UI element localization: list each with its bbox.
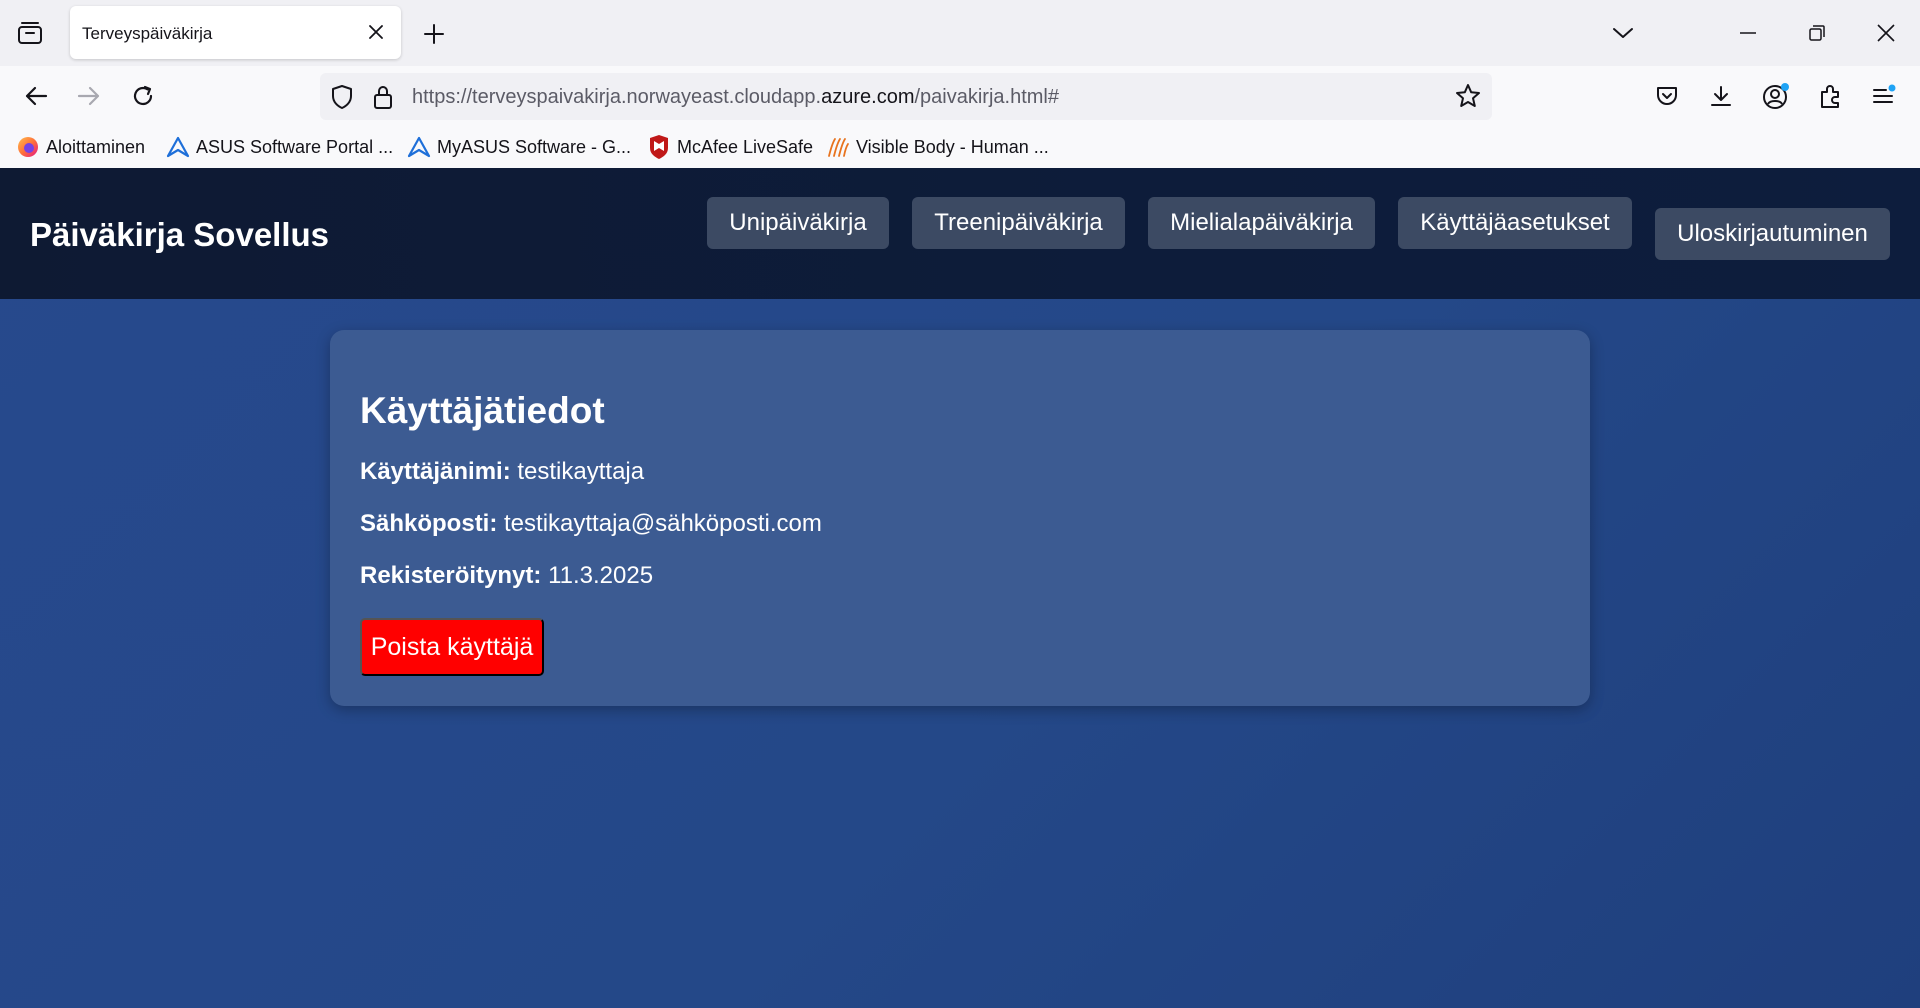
bookmark-item[interactable]: ASUS Software Portal ... [166, 134, 393, 160]
registered-label: Rekisteröitynyt: [360, 562, 542, 589]
firefox-icon [16, 135, 40, 159]
mcafee-icon [647, 135, 671, 159]
bookmark-item[interactable]: MyASUS Software - G... [407, 134, 631, 160]
bookmark-label: ASUS Software Portal ... [196, 136, 394, 157]
delete-user-button[interactable]: Poista käyttäjä [360, 618, 544, 676]
bookmark-item[interactable]: Visible Body - Human ... [826, 134, 1049, 160]
site-header: Päiväkirja Sovellus Unipäiväkirja Treeni… [0, 168, 1920, 299]
nav-button-user-settings[interactable]: Käyttäjäasetukset [1398, 197, 1632, 249]
tab-bar: Terveyspäiväkirja [0, 0, 1920, 66]
url-suffix: /paivakirja.html# [914, 86, 1059, 108]
url-prefix: https://terveyspaivakirja.norwayeast.clo… [412, 86, 822, 108]
registered-value: 11.3.2025 [548, 562, 654, 589]
visible-body-icon [826, 135, 850, 159]
back-arrow-icon[interactable] [20, 80, 52, 112]
bookmark-label: MyASUS Software - G... [437, 136, 632, 157]
app-menu-icon[interactable] [1868, 80, 1900, 112]
bookmark-label: Visible Body - Human ... [856, 136, 1049, 157]
username-row: Käyttäjänimi: testikayttaja [360, 458, 644, 486]
reload-icon[interactable] [127, 80, 159, 112]
tracking-protection-shield-icon[interactable] [330, 84, 354, 110]
downloads-icon[interactable] [1705, 80, 1737, 112]
bookmarks-toolbar: Aloittaminen ASUS Software Portal ... My… [0, 126, 1920, 168]
tab-title: Terveyspäiväkirja [82, 24, 213, 43]
bookmark-star-icon[interactable] [1455, 83, 1481, 109]
bookmark-item[interactable]: McAfee LiveSafe [647, 134, 813, 160]
pocket-icon[interactable] [1651, 80, 1683, 112]
asus-icon [166, 135, 190, 159]
lock-icon[interactable] [372, 84, 394, 110]
extensions-icon[interactable] [1815, 80, 1847, 112]
email-value: testikayttaja@sähköposti.com [504, 510, 822, 537]
tab-list-icon[interactable] [16, 20, 44, 46]
email-label: Sähköposti: [360, 510, 498, 537]
bookmark-item[interactable]: Aloittaminen [16, 134, 145, 160]
browser-tab[interactable]: Terveyspäiväkirja [70, 6, 401, 59]
site-title: Päiväkirja Sovellus [30, 216, 330, 253]
chevron-down-icon[interactable] [1607, 18, 1639, 48]
account-icon[interactable] [1760, 80, 1792, 112]
close-tab-icon[interactable] [366, 22, 386, 42]
nav-button-mood-diary[interactable]: Mielialapäiväkirja [1148, 197, 1375, 249]
email-row: Sähköposti: testikayttaja@sähköposti.com [360, 510, 822, 538]
nav-button-sleep-diary[interactable]: Unipäiväkirja [707, 197, 889, 249]
bookmark-label: McAfee LiveSafe [677, 136, 814, 157]
url-text[interactable]: https://terveyspaivakirja.norwayeast.clo… [412, 86, 1059, 109]
nav-button-training-diary[interactable]: Treenipäiväkirja [912, 197, 1125, 249]
asus-icon [407, 135, 431, 159]
forward-arrow-icon[interactable] [73, 80, 105, 112]
card-title: Käyttäjätiedot [360, 390, 605, 431]
url-host: azure.com [821, 86, 915, 108]
close-window-icon[interactable] [1870, 18, 1902, 48]
new-tab-icon[interactable] [420, 20, 448, 48]
username-label: Käyttäjänimi: [360, 458, 511, 485]
bookmark-label: Aloittaminen [46, 136, 146, 157]
page-content: Päiväkirja Sovellus Unipäiväkirja Treeni… [0, 168, 1920, 1008]
navigation-toolbar: https://terveyspaivakirja.norwayeast.clo… [0, 66, 1920, 126]
minimize-icon[interactable] [1732, 18, 1764, 48]
restore-icon[interactable] [1801, 18, 1833, 48]
user-info-card: Käyttäjätiedot Käyttäjänimi: testikaytta… [330, 330, 1590, 706]
logout-button[interactable]: Uloskirjautuminen [1655, 208, 1890, 260]
username-value: testikayttaja [517, 458, 645, 485]
registered-row: Rekisteröitynyt: 11.3.2025 [360, 562, 653, 590]
address-bar[interactable]: https://terveyspaivakirja.norwayeast.clo… [320, 73, 1492, 120]
